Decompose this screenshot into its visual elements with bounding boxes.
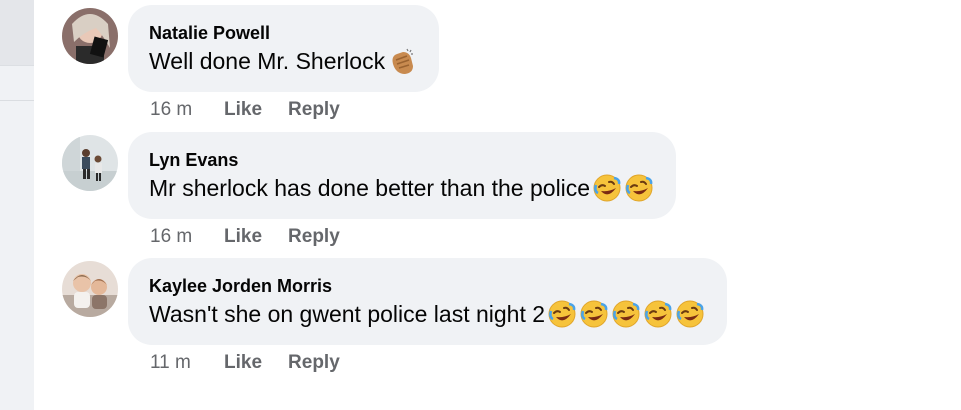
comment-author[interactable]: Lyn Evans [149, 149, 654, 171]
comment-timestamp[interactable]: 16 m [150, 99, 224, 121]
like-button[interactable]: Like [224, 352, 262, 374]
rolling-laughing-icon [579, 299, 609, 329]
like-button[interactable]: Like [224, 226, 262, 248]
comment-timestamp[interactable]: 16 m [150, 226, 224, 248]
comment-actions: 11 m Like Reply [150, 352, 366, 374]
left-panel-edge [0, 0, 34, 410]
comment-actions: 16 m Like Reply [150, 226, 366, 248]
rolling-laughing-icon [547, 299, 577, 329]
left-panel-divider [0, 100, 34, 101]
rolling-laughing-icon [675, 299, 705, 329]
rolling-laughing-icon [624, 173, 654, 203]
comment-author[interactable]: Kaylee Jorden Morris [149, 275, 705, 297]
avatar[interactable] [62, 261, 118, 317]
rolling-laughing-icon [592, 173, 622, 203]
left-panel-card [0, 0, 34, 66]
comment-bubble: Natalie Powell Well done Mr. Sherlock [128, 5, 440, 92]
comment-text: Well done Mr. Sherlock [149, 46, 417, 76]
comment-text: Wasn't she on gwent police last night 2 [149, 299, 705, 329]
avatar[interactable] [62, 8, 118, 64]
reply-button[interactable]: Reply [288, 352, 340, 374]
reply-button[interactable]: Reply [288, 99, 340, 121]
rolling-laughing-icon [611, 299, 641, 329]
clapping-hands-icon [387, 46, 417, 76]
comment-bubble: Lyn Evans Mr sherlock has done better th… [128, 132, 677, 219]
comment-bubble: Kaylee Jorden Morris Wasn't she on gwent… [128, 258, 728, 345]
avatar[interactable] [62, 135, 118, 191]
reply-button[interactable]: Reply [288, 226, 340, 248]
comment-timestamp[interactable]: 11 m [150, 352, 224, 374]
comment-actions: 16 m Like Reply [150, 99, 366, 121]
comment-text: Mr sherlock has done better than the pol… [149, 173, 654, 203]
comment-author[interactable]: Natalie Powell [149, 22, 417, 44]
comment-thread: Natalie Powell Well done Mr. Sherlock 16… [34, 0, 961, 410]
like-button[interactable]: Like [224, 99, 262, 121]
rolling-laughing-icon [643, 299, 673, 329]
